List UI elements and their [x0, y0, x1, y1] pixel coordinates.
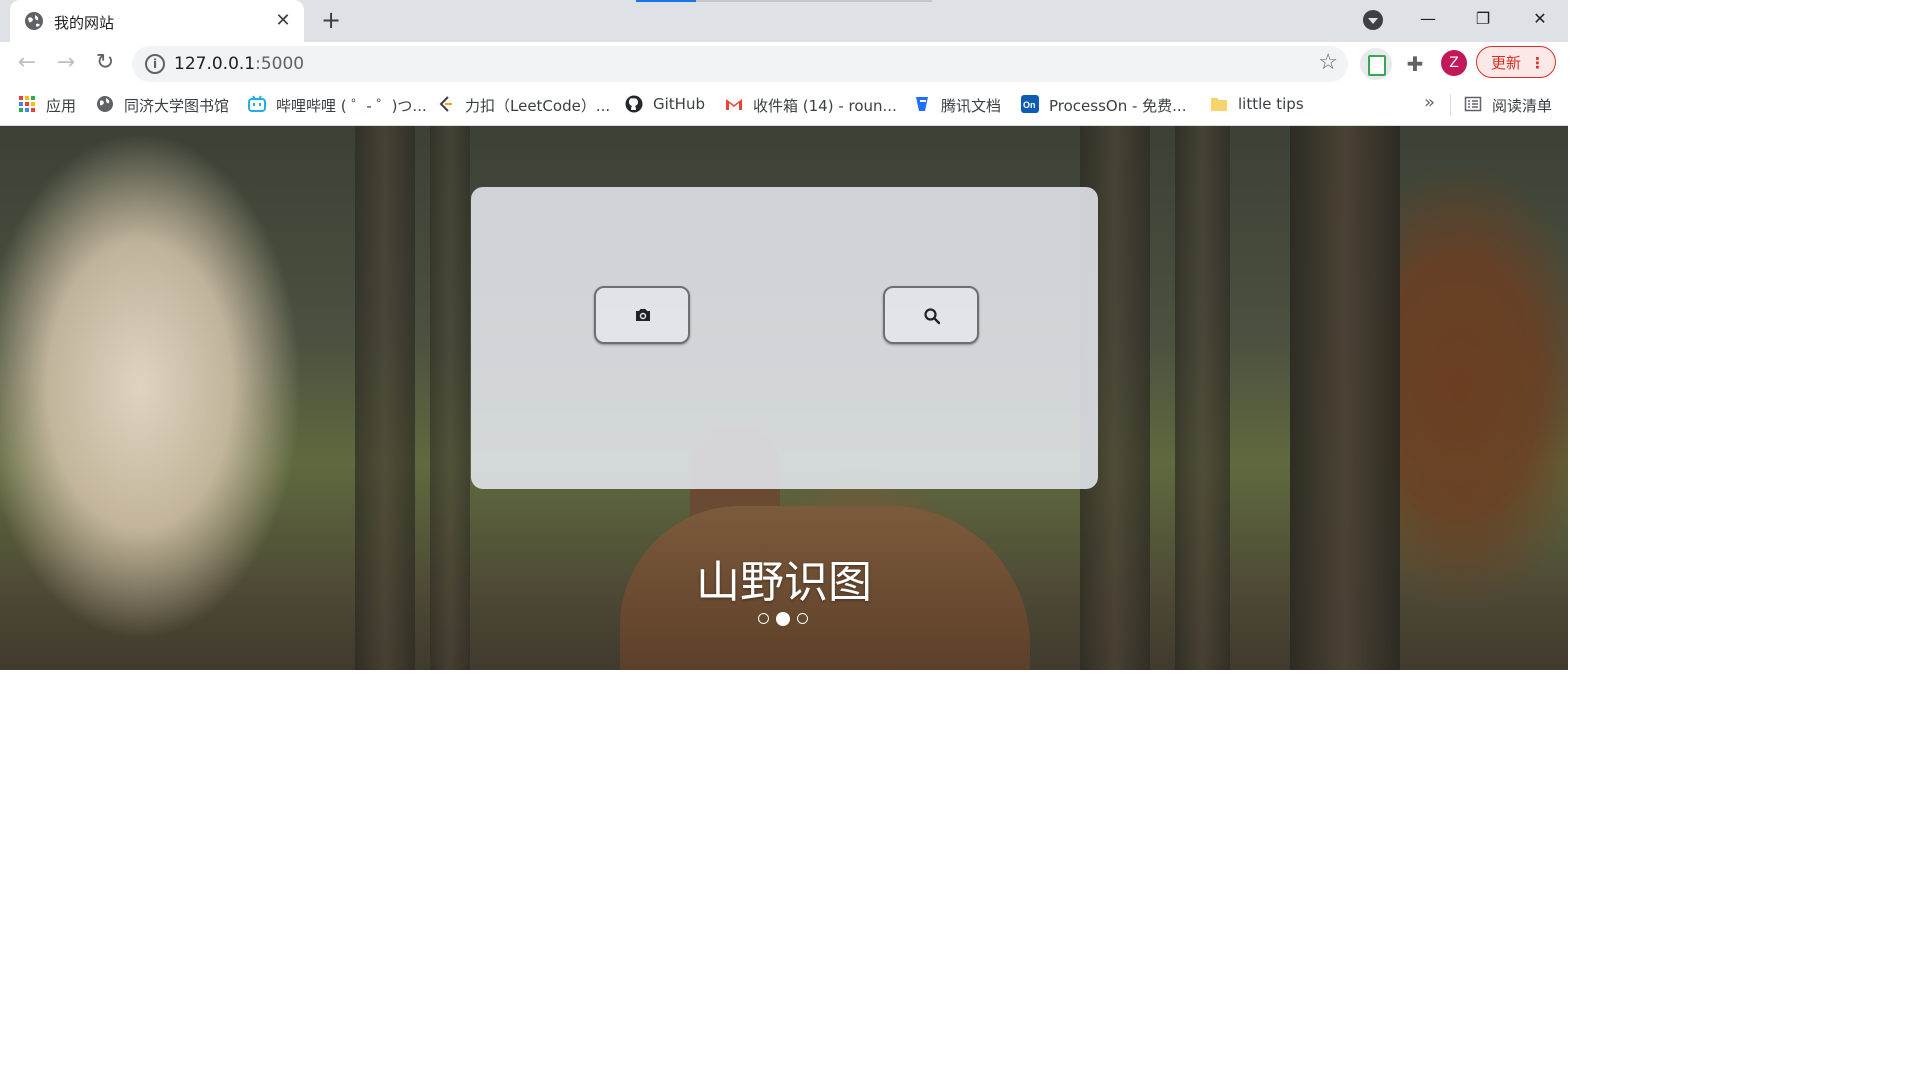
bookmarks-bar: 应用 同济大学图书馆 哔哩哔哩 ( ゜- ゜)つ... 力扣（LeetCode）… [0, 84, 1568, 126]
address-bar[interactable]: i 127.0.0.1:5000 ☆ [132, 46, 1348, 82]
search-icon [924, 308, 941, 325]
bilibili-icon [248, 95, 266, 112]
carousel-dot-2[interactable] [776, 612, 790, 626]
browser-tab[interactable]: 我的网站 ✕ [10, 0, 304, 42]
bookmark-star-icon[interactable]: ☆ [1318, 50, 1338, 75]
reload-icon[interactable]: ↻ [92, 50, 118, 76]
url-text[interactable]: 127.0.0.1:5000 [174, 54, 304, 74]
carousel-dot-3[interactable] [797, 613, 808, 624]
gmail-icon [726, 99, 742, 110]
bookmarks-divider [1450, 94, 1451, 116]
close-window-button[interactable]: ✕ [1520, 4, 1560, 34]
search-button[interactable] [883, 286, 979, 344]
tab-search-icon[interactable] [1363, 10, 1383, 30]
restore-button[interactable]: ❐ [1463, 4, 1503, 34]
sheets-extension-icon[interactable] [1360, 48, 1392, 80]
camera-icon [636, 309, 650, 321]
hero-title: 山野识图 [696, 557, 872, 608]
minimize-button[interactable]: — [1408, 4, 1448, 34]
tab-strip: 我的网站 ✕ + — ❐ ✕ [0, 0, 1568, 42]
globe-icon [97, 96, 113, 112]
search-panel [471, 187, 1098, 489]
folder-icon [1211, 98, 1227, 111]
back-arrow-icon[interactable]: ← [14, 50, 40, 76]
apps-grid-icon [19, 96, 35, 112]
globe-icon [25, 12, 43, 30]
site-info-icon[interactable]: i [145, 54, 165, 74]
github-icon [625, 95, 643, 113]
carousel-indicators [758, 612, 814, 628]
processon-icon: On [1021, 95, 1039, 113]
svg-text:On: On [1023, 100, 1036, 110]
loading-indicator [636, 0, 696, 2]
loading-track [696, 0, 932, 2]
tencent-docs-icon [916, 97, 928, 111]
extensions-puzzle-icon[interactable]: ✚ [1401, 50, 1429, 78]
new-tab-button[interactable]: + [318, 8, 344, 34]
leetcode-icon [439, 96, 452, 112]
browser-toolbar: ← → ↻ i 127.0.0.1:5000 ☆ ✚ Z 更新 ⋮ [0, 42, 1568, 84]
update-button[interactable]: 更新 ⋮ [1476, 46, 1556, 78]
camera-button[interactable] [594, 286, 690, 344]
menu-dots-icon[interactable]: ⋮ [1530, 47, 1545, 79]
close-tab-icon[interactable]: ✕ [272, 10, 294, 32]
forward-arrow-icon[interactable]: → [53, 50, 79, 76]
more-bookmarks-icon[interactable]: » [1424, 92, 1435, 113]
carousel-dot-1[interactable] [758, 613, 769, 624]
profile-avatar[interactable]: Z [1441, 50, 1467, 76]
tab-title: 我的网站 [54, 14, 115, 32]
reading-list-icon [1464, 96, 1482, 112]
